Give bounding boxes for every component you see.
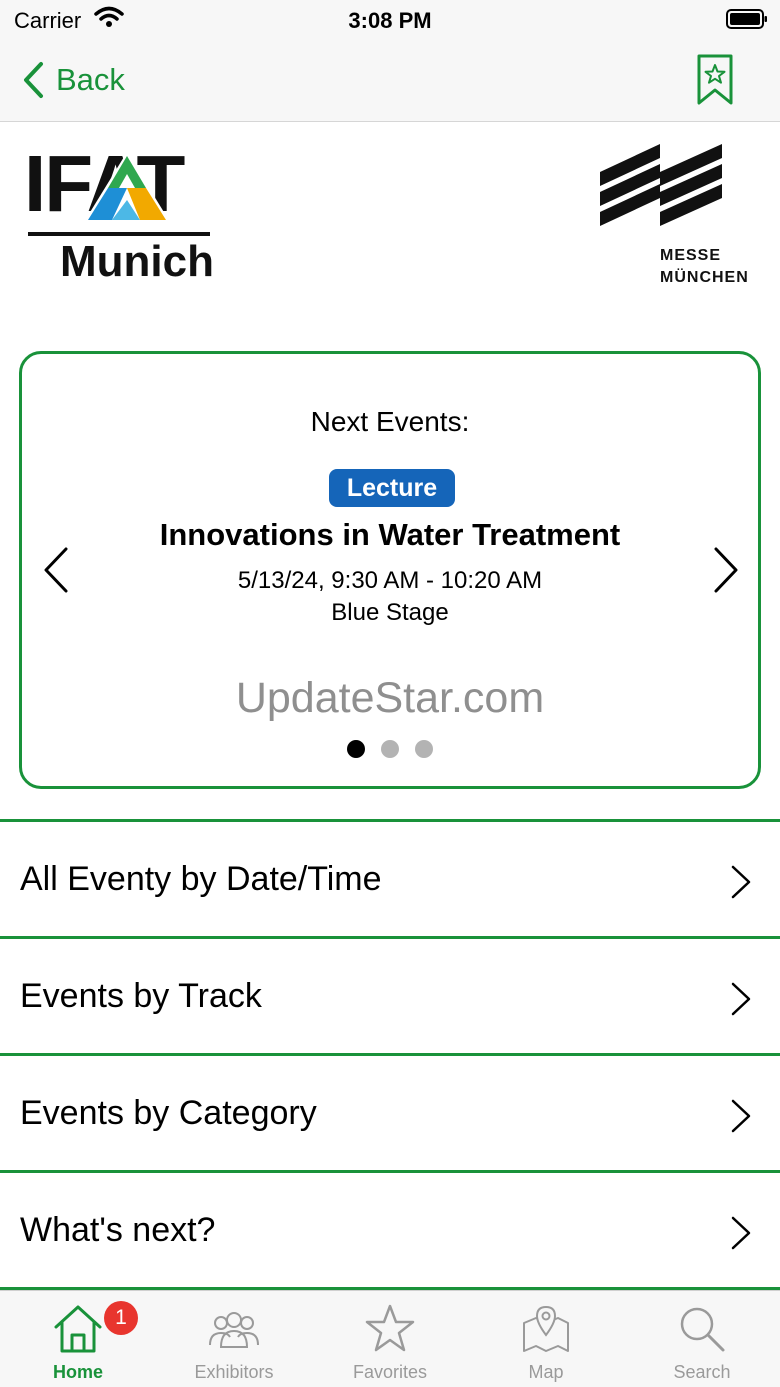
menu-item-events-by-category[interactable]: Events by Category: [0, 1053, 780, 1170]
ifat-logo-city: Munich: [60, 237, 214, 286]
back-button[interactable]: Back: [22, 58, 125, 102]
page-dot-2[interactable]: [381, 740, 399, 758]
menu-item-label: Events by Category: [20, 1094, 317, 1132]
carousel-page-indicator[interactable]: [22, 740, 758, 758]
navigation-bar: Back: [0, 40, 780, 122]
tab-home[interactable]: 1 Home: [0, 1291, 156, 1387]
event-title: Innovations in Water Treatment: [159, 517, 621, 552]
notification-badge: 1: [104, 1301, 138, 1335]
exhibitors-icon: [209, 1312, 259, 1348]
next-events-heading: Next Events:: [310, 406, 470, 437]
tab-label: Home: [52, 1362, 103, 1382]
watermark: UpdateStar.com: [235, 674, 545, 722]
tab-label: Favorites: [352, 1362, 428, 1382]
ifat-triangle-icon: [84, 152, 170, 222]
tab-label: Exhibitors: [194, 1362, 274, 1382]
event-location: Blue Stage: [331, 599, 449, 626]
chevron-right-icon: [714, 547, 738, 593]
chevron-right-icon: [731, 1099, 751, 1133]
chevron-right-icon: [731, 1216, 751, 1250]
menu-item-label: All Eventy by Date/Time: [20, 860, 382, 898]
carousel-next-button[interactable]: [710, 546, 740, 594]
messe-logo-line2: MÜNCHEN: [660, 269, 749, 286]
tab-search[interactable]: Search: [624, 1291, 780, 1387]
tab-favorites[interactable]: Favorites: [312, 1291, 468, 1387]
messe-stripes-icon: [600, 144, 722, 226]
search-icon: [680, 1307, 725, 1352]
tab-exhibitors[interactable]: Exhibitors: [156, 1291, 312, 1387]
page-dot-1[interactable]: [347, 740, 365, 758]
event-type-badge: Lecture: [329, 469, 455, 507]
page-dot-3[interactable]: [415, 740, 433, 758]
ifat-logo: IFAT Munich: [24, 144, 214, 286]
tab-label: Map: [528, 1362, 564, 1382]
chevron-right-icon: [731, 865, 751, 899]
chevron-left-icon: [24, 62, 43, 98]
status-bar: Carrier 3:08 PM: [0, 0, 780, 40]
bookmark-star-icon[interactable]: [696, 54, 734, 106]
next-events-carousel[interactable]: Next Events: Lecture Innovations in Wate…: [19, 351, 761, 789]
chevron-left-icon: [44, 547, 68, 593]
menu-item-whats-next[interactable]: What's next?: [0, 1170, 780, 1287]
tab-map[interactable]: Map: [468, 1291, 624, 1387]
chevron-right-icon: [731, 982, 751, 1016]
status-time: 3:08 PM: [348, 8, 432, 33]
messe-muenchen-logo: MESSE MÜNCHEN: [598, 142, 762, 292]
menu-item-events-by-track[interactable]: Events by Track: [0, 936, 780, 1053]
back-label: Back: [56, 62, 125, 97]
messe-logo-line1: MESSE: [660, 247, 722, 264]
home-icon: [54, 1305, 102, 1353]
menu-item-label: What's next?: [20, 1211, 216, 1249]
star-icon: [365, 1304, 415, 1352]
menu-item-all-events[interactable]: All Eventy by Date/Time: [0, 819, 780, 936]
battery-icon: [726, 9, 768, 29]
ifat-logo-rule: [28, 232, 210, 236]
map-icon: [523, 1305, 569, 1352]
events-menu-list: All Eventy by Date/Time Events by Track …: [0, 819, 780, 1290]
event-time: 5/13/24, 9:30 AM - 10:20 AM: [237, 567, 543, 594]
carousel-prev-button[interactable]: [42, 546, 72, 594]
menu-item-label: Events by Track: [20, 977, 262, 1015]
tab-label: Search: [673, 1362, 731, 1382]
tab-bar: 1 Home Exhibitors Favorites Map Search: [0, 1290, 780, 1387]
